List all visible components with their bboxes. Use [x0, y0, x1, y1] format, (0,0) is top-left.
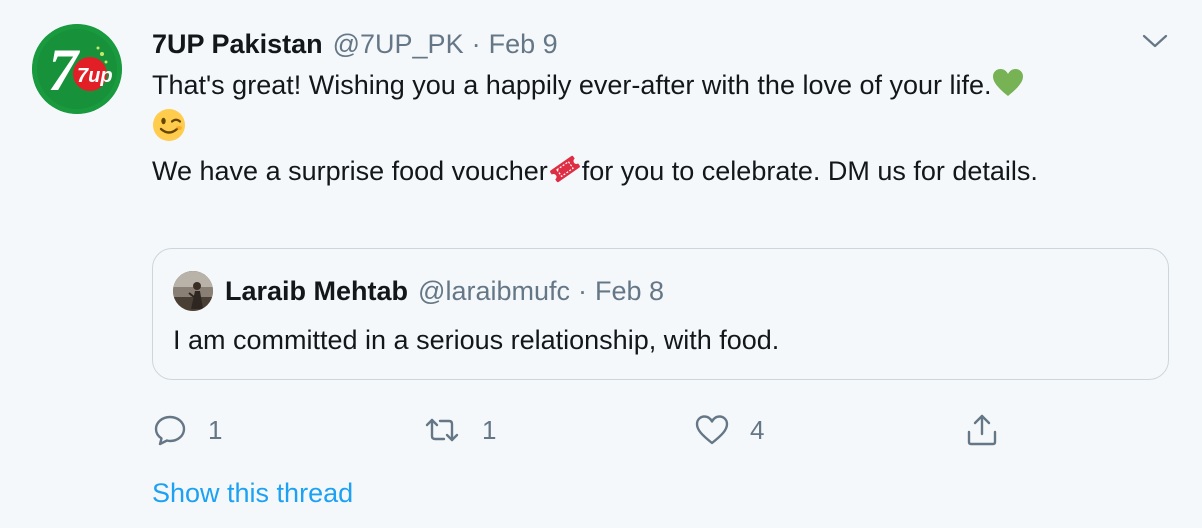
tweet-actions: 1 1 4	[152, 410, 1012, 450]
tweet-card[interactable]: 7 7up 7UP Pakistan @7UP_PK · Feb 9 That'…	[0, 0, 1202, 528]
quoted-tweet-text: I am committed in a serious relationship…	[173, 325, 780, 355]
tweet-text: That's great! Wishing you a happily ever…	[152, 66, 1152, 194]
author-name[interactable]: 7UP Pakistan	[152, 29, 323, 60]
7up-logo-icon: 7 7up	[32, 24, 122, 114]
green-heart-icon	[992, 68, 1024, 108]
tweet-text-line1: That's great! Wishing you a happily ever…	[152, 70, 992, 100]
quoted-tweet-header: Laraib Mehtab @laraibmufc · Feb 8	[225, 273, 664, 309]
tweet-text-para2-b: for you to celebrate. DM us for details.	[581, 156, 1038, 186]
separator-dot: ·	[471, 28, 481, 59]
quoted-author-name[interactable]: Laraib Mehtab	[225, 276, 408, 307]
reply-count: 1	[208, 414, 223, 445]
share-icon	[967, 414, 997, 446]
tweet-text-para2-a: We have a surprise food voucher	[152, 156, 548, 186]
tweet-date[interactable]: Feb 9	[489, 29, 558, 60]
like-count: 4	[750, 414, 765, 445]
author-handle[interactable]: @7UP_PK	[333, 29, 464, 60]
chevron-down-icon	[1142, 34, 1168, 48]
retweet-icon	[425, 418, 459, 442]
share-button[interactable]	[964, 410, 1000, 450]
retweet-count: 1	[482, 414, 497, 445]
user-avatar-icon	[173, 271, 213, 311]
logo-wordmark: 7up	[77, 65, 113, 87]
quoted-tweet-date[interactable]: Feb 8	[595, 276, 664, 307]
tweet-menu-button[interactable]	[1140, 30, 1170, 52]
show-thread-link[interactable]: Show this thread	[152, 478, 353, 509]
like-button[interactable]: 4	[694, 410, 764, 450]
reply-icon	[154, 415, 186, 446]
quoted-author-handle[interactable]: @laraibmufc	[418, 276, 570, 307]
retweet-button[interactable]: 1	[422, 410, 496, 450]
separator-dot: ·	[578, 275, 587, 306]
ticket-icon	[548, 154, 582, 194]
heart-icon	[695, 415, 729, 445]
winking-face-icon	[152, 108, 186, 152]
tweet-header: 7UP Pakistan @7UP_PK · Feb 9	[152, 26, 558, 62]
author-avatar[interactable]: 7 7up	[32, 24, 122, 114]
quoted-tweet[interactable]: Laraib Mehtab @laraibmufc · Feb 8 I am c…	[152, 248, 1169, 380]
quoted-author-avatar[interactable]	[173, 271, 213, 311]
reply-button[interactable]: 1	[152, 410, 222, 450]
